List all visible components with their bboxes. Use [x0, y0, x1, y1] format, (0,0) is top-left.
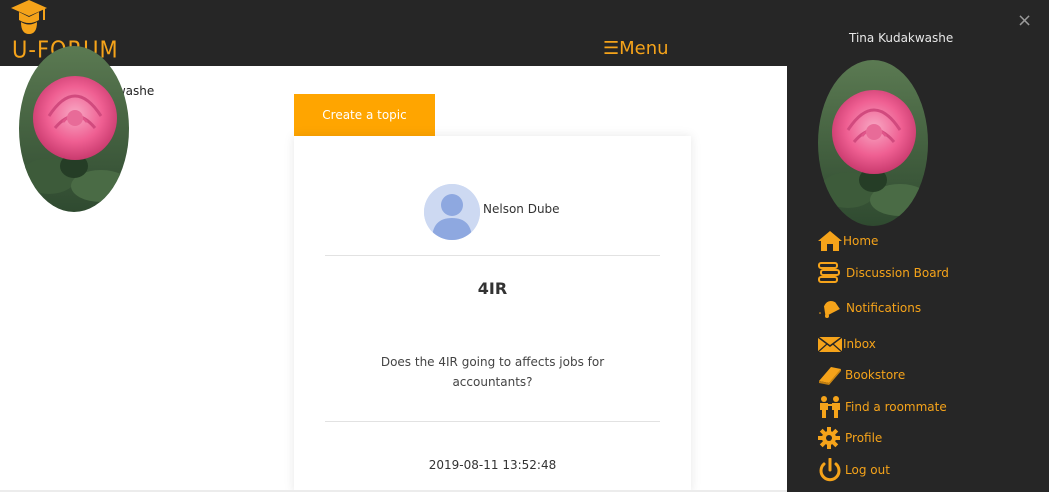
power-icon [817, 458, 843, 482]
author-avatar [424, 184, 480, 240]
nav-item-label: Bookstore [845, 368, 906, 382]
topic-title[interactable]: 4IR [294, 279, 691, 298]
nav-item-bookstore[interactable]: Bookstore [817, 362, 905, 388]
close-icon[interactable]: × [1017, 12, 1032, 30]
nav-item-inbox[interactable]: Inbox [817, 331, 876, 357]
topic-date: 2019-08-11 13:52:48 [428, 458, 557, 472]
discussion-board-icon [817, 261, 843, 285]
menu-toggle-button[interactable]: ☰Menu [603, 38, 669, 59]
author-name[interactable]: Nelson Dube [483, 202, 560, 216]
topic-body: Does the 4IR going to affects jobs for a… [380, 355, 605, 389]
side-nav: × Tina Kudakwashe Home Discussion Board [787, 0, 1049, 492]
nav-item-log-out[interactable]: Log out [817, 457, 890, 483]
book-icon [817, 363, 843, 387]
nav-item-home[interactable]: Home [817, 228, 878, 254]
nav-item-label: Find a roommate [845, 400, 947, 414]
nav-item-label: Profile [845, 431, 883, 445]
nav-item-label: Inbox [843, 337, 876, 351]
notifications-icon [817, 296, 843, 320]
nav-item-discussion-board[interactable]: Discussion Board [817, 260, 949, 286]
nav-item-find-roommate[interactable]: Find a roommate [817, 394, 947, 420]
sidenav-avatar [818, 60, 928, 226]
create-topic-button[interactable]: Create a topic [294, 94, 435, 136]
nav-item-notifications[interactable]: Notifications [817, 295, 921, 321]
home-icon [817, 229, 843, 253]
nav-item-label: Home [843, 234, 879, 248]
sidenav-user-name: Tina Kudakwashe [849, 31, 954, 45]
profile-avatar [19, 46, 129, 212]
divider [325, 421, 660, 422]
topic-card: Nelson Dube 4IR Does the 4IR going to af… [294, 136, 691, 492]
divider [325, 255, 660, 256]
nav-item-label: Discussion Board [846, 266, 949, 280]
profile-gear-icon [817, 426, 843, 450]
nav-item-profile[interactable]: Profile [817, 425, 882, 451]
nav-item-label: Log out [845, 463, 890, 477]
inbox-icon [817, 332, 843, 356]
nav-item-label: Notifications [846, 301, 922, 315]
roommate-icon [817, 395, 843, 419]
